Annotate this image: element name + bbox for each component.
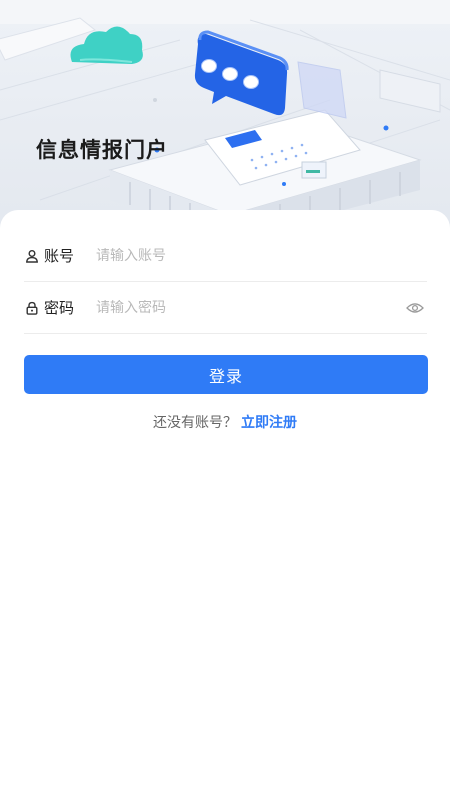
login-card: 账号 密码 登录 还没有账号？立即注册 — [0, 210, 450, 800]
login-button[interactable]: 登录 — [24, 355, 428, 394]
hero-banner: 信息情报门户 — [0, 0, 450, 240]
register-link[interactable]: 立即注册 — [241, 415, 297, 431]
account-label: 账号 — [44, 247, 75, 265]
lock-icon — [24, 300, 40, 316]
register-prompt: 还没有账号？ — [153, 415, 237, 431]
account-input[interactable] — [96, 247, 427, 264]
password-input[interactable] — [96, 299, 405, 316]
hero-illustration — [0, 0, 450, 240]
password-label: 密码 — [44, 299, 75, 317]
eye-icon[interactable] — [405, 298, 425, 318]
account-field: 账号 — [24, 230, 427, 282]
user-icon — [24, 248, 40, 264]
register-row: 还没有账号？ 立即注册 — [0, 412, 450, 432]
password-field: 密码 — [24, 282, 427, 334]
page-title: 信息情报门户 — [36, 138, 168, 162]
